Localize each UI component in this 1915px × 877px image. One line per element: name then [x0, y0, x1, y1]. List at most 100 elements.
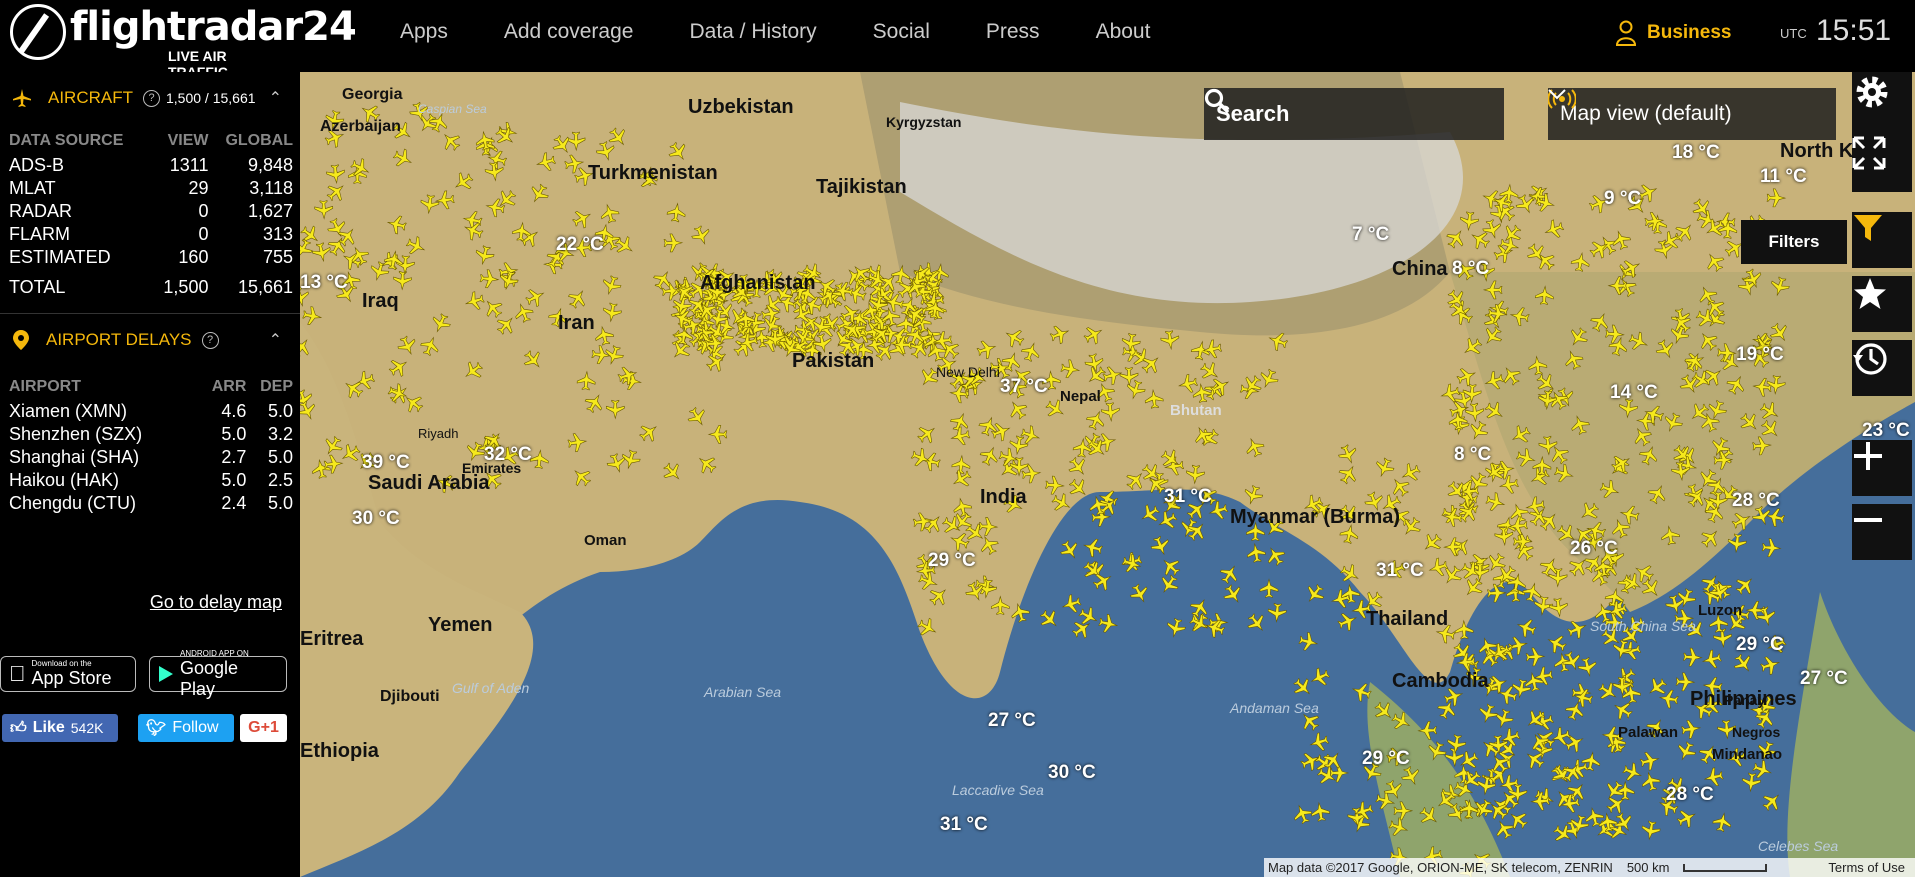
aircraft-icon[interactable] — [1302, 581, 1327, 606]
nav-about[interactable]: About — [1096, 20, 1151, 44]
cell: 1,627 — [247, 201, 293, 221]
aircraft-icon[interactable] — [1596, 679, 1621, 704]
nav-social[interactable]: Social — [873, 20, 930, 44]
chevron-up-icon[interactable]: ⌃ — [269, 330, 282, 350]
aircraft-icon[interactable] — [1533, 786, 1557, 810]
plane-icon — [13, 89, 31, 107]
aircraft-icon[interactable] — [1336, 610, 1360, 634]
aircraft-icon[interactable] — [1645, 675, 1670, 700]
aircraft-icon[interactable] — [1244, 610, 1269, 635]
aircraft-icon[interactable] — [1057, 538, 1082, 563]
aircraft-icon[interactable] — [1577, 656, 1599, 678]
aircraft-icon[interactable] — [1060, 593, 1083, 616]
aircraft-icon[interactable] — [1639, 750, 1661, 772]
map-view-selector[interactable]: Map view (default) — [1548, 88, 1836, 140]
aircraft-icon[interactable] — [1187, 612, 1211, 636]
cell: 0 — [198, 201, 209, 221]
aircraft-icon[interactable] — [1492, 817, 1516, 841]
aircraft-icon[interactable] — [1492, 707, 1515, 730]
aircraft-icon[interactable] — [1217, 562, 1242, 587]
aircraft-icon[interactable] — [1621, 761, 1644, 784]
aircraft-icon[interactable] — [1187, 596, 1212, 621]
aircraft-icon[interactable] — [1544, 632, 1568, 656]
aircraft-icon[interactable] — [1267, 603, 1287, 623]
aircraft-icon[interactable] — [1082, 536, 1104, 558]
aircraft-icon[interactable] — [1127, 582, 1151, 606]
map-view[interactable]: Uzbekistan Kyrgyzstan Turkmenistan Tajik… — [300, 72, 1915, 877]
nav-data-history[interactable]: Data / History — [689, 20, 816, 44]
google-plus-button[interactable]: G+1 — [240, 714, 287, 742]
business-button[interactable]: Business — [1615, 20, 1731, 46]
aircraft-icon[interactable] — [1683, 647, 1703, 667]
aircraft-icon[interactable] — [1291, 802, 1314, 825]
aircraft-icon[interactable] — [1515, 616, 1538, 639]
nav-apps[interactable]: Apps — [400, 20, 448, 44]
aircraft-icon[interactable] — [1246, 542, 1267, 564]
terms-of-use-link[interactable]: Terms of Use — [1828, 860, 1905, 875]
aircraft-icon[interactable] — [1477, 702, 1500, 725]
cell: 29 — [188, 178, 209, 198]
fullscreen-button[interactable] — [1852, 136, 1912, 192]
map-canvas[interactable] — [300, 72, 1915, 877]
cell: MLAT — [9, 178, 56, 198]
nav-add-coverage[interactable]: Add coverage — [504, 20, 634, 44]
search-box[interactable]: Search — [1204, 88, 1504, 140]
aircraft-icon[interactable] — [1308, 731, 1330, 753]
table-row[interactable]: Chengdu (CTU) 2.4 5.0 — [9, 492, 293, 515]
airport-delays-section-header[interactable]: AIRPORT DELAYS ? ⌃ — [0, 313, 300, 366]
go-to-delay-map-link[interactable]: Go to delay map — [150, 592, 282, 613]
aircraft-icon[interactable] — [1290, 675, 1315, 700]
aircraft-icon[interactable] — [1149, 534, 1173, 558]
aircraft-icon[interactable] — [1701, 649, 1723, 671]
zoom-out-button[interactable] — [1852, 504, 1912, 560]
temperature-label: 31 °C — [1164, 486, 1212, 507]
favorites-button[interactable] — [1852, 276, 1912, 332]
aircraft-icon[interactable] — [1165, 617, 1187, 639]
filters-button[interactable] — [1852, 212, 1912, 268]
aircraft-icon[interactable] — [1137, 501, 1162, 526]
aircraft-icon[interactable] — [1674, 739, 1698, 763]
table-row[interactable]: Haikou (HAK) 5.0 2.5 — [9, 469, 293, 492]
aircraft-icon[interactable] — [1308, 665, 1332, 689]
cell: 160 — [178, 247, 209, 267]
aircraft-icon[interactable] — [1037, 607, 1062, 632]
aircraft-icon[interactable] — [1310, 801, 1331, 823]
aircraft-icon[interactable] — [1675, 806, 1699, 830]
aircraft-section-header[interactable]: AIRCRAFT ? 1,500 / 15,661 ⌃ — [0, 72, 300, 124]
aircraft-icon[interactable] — [1259, 578, 1279, 598]
aircraft-icon[interactable] — [1681, 719, 1702, 739]
zoom-in-button[interactable] — [1852, 440, 1912, 496]
help-icon[interactable]: ? — [143, 89, 160, 107]
aircraft-icon[interactable] — [1457, 748, 1482, 773]
table-row: ADS-B 1311 9,848 — [9, 154, 293, 177]
nav-press[interactable]: Press — [986, 20, 1040, 44]
aircraft-icon[interactable] — [1640, 770, 1662, 792]
aircraft-icon[interactable] — [1525, 647, 1546, 667]
aircraft-icon[interactable] — [1157, 572, 1182, 597]
aircraft-icon[interactable] — [1761, 538, 1782, 558]
settings-button[interactable] — [1852, 72, 1912, 136]
app-store-button[interactable]:  Download on theApp Store — [0, 656, 136, 692]
aircraft-icon[interactable] — [1263, 544, 1288, 569]
airport-delays-title: AIRPORT DELAYS — [46, 330, 192, 349]
aircraft-icon[interactable] — [1298, 631, 1320, 653]
aircraft-icon[interactable] — [1069, 616, 1094, 641]
aircraft-icon[interactable] — [1221, 582, 1246, 607]
playback-button[interactable] — [1852, 340, 1912, 396]
aircraft-icon[interactable] — [1446, 734, 1467, 755]
aircraft-icon[interactable] — [1098, 613, 1119, 634]
table-row[interactable]: Shanghai (SHA) 2.7 5.0 — [9, 446, 293, 469]
aircraft-icon[interactable] — [1759, 789, 1784, 814]
aircraft-icon[interactable] — [1711, 811, 1733, 833]
google-play-button[interactable]: ANDROID APP ON Google Play — [149, 649, 287, 699]
aircraft-icon[interactable] — [1759, 654, 1781, 676]
table-row[interactable]: Shenzhen (SZX) 5.0 3.2 — [9, 423, 293, 446]
chevron-up-icon[interactable]: ⌃ — [269, 88, 282, 108]
aircraft-icon[interactable] — [1732, 573, 1757, 598]
table-row[interactable]: Xiamen (XMN) 4.6 5.0 — [9, 400, 293, 423]
help-icon[interactable]: ? — [201, 331, 219, 349]
facebook-like-button[interactable]: 👍︎ Like 542K — [2, 714, 118, 742]
flightradar24-logo[interactable]: flightradar24 LIVE AIR TRAFFIC — [10, 4, 357, 80]
aircraft-icon[interactable] — [1640, 820, 1661, 841]
twitter-follow-button[interactable]: 🐦︎ Follow — [138, 714, 234, 742]
